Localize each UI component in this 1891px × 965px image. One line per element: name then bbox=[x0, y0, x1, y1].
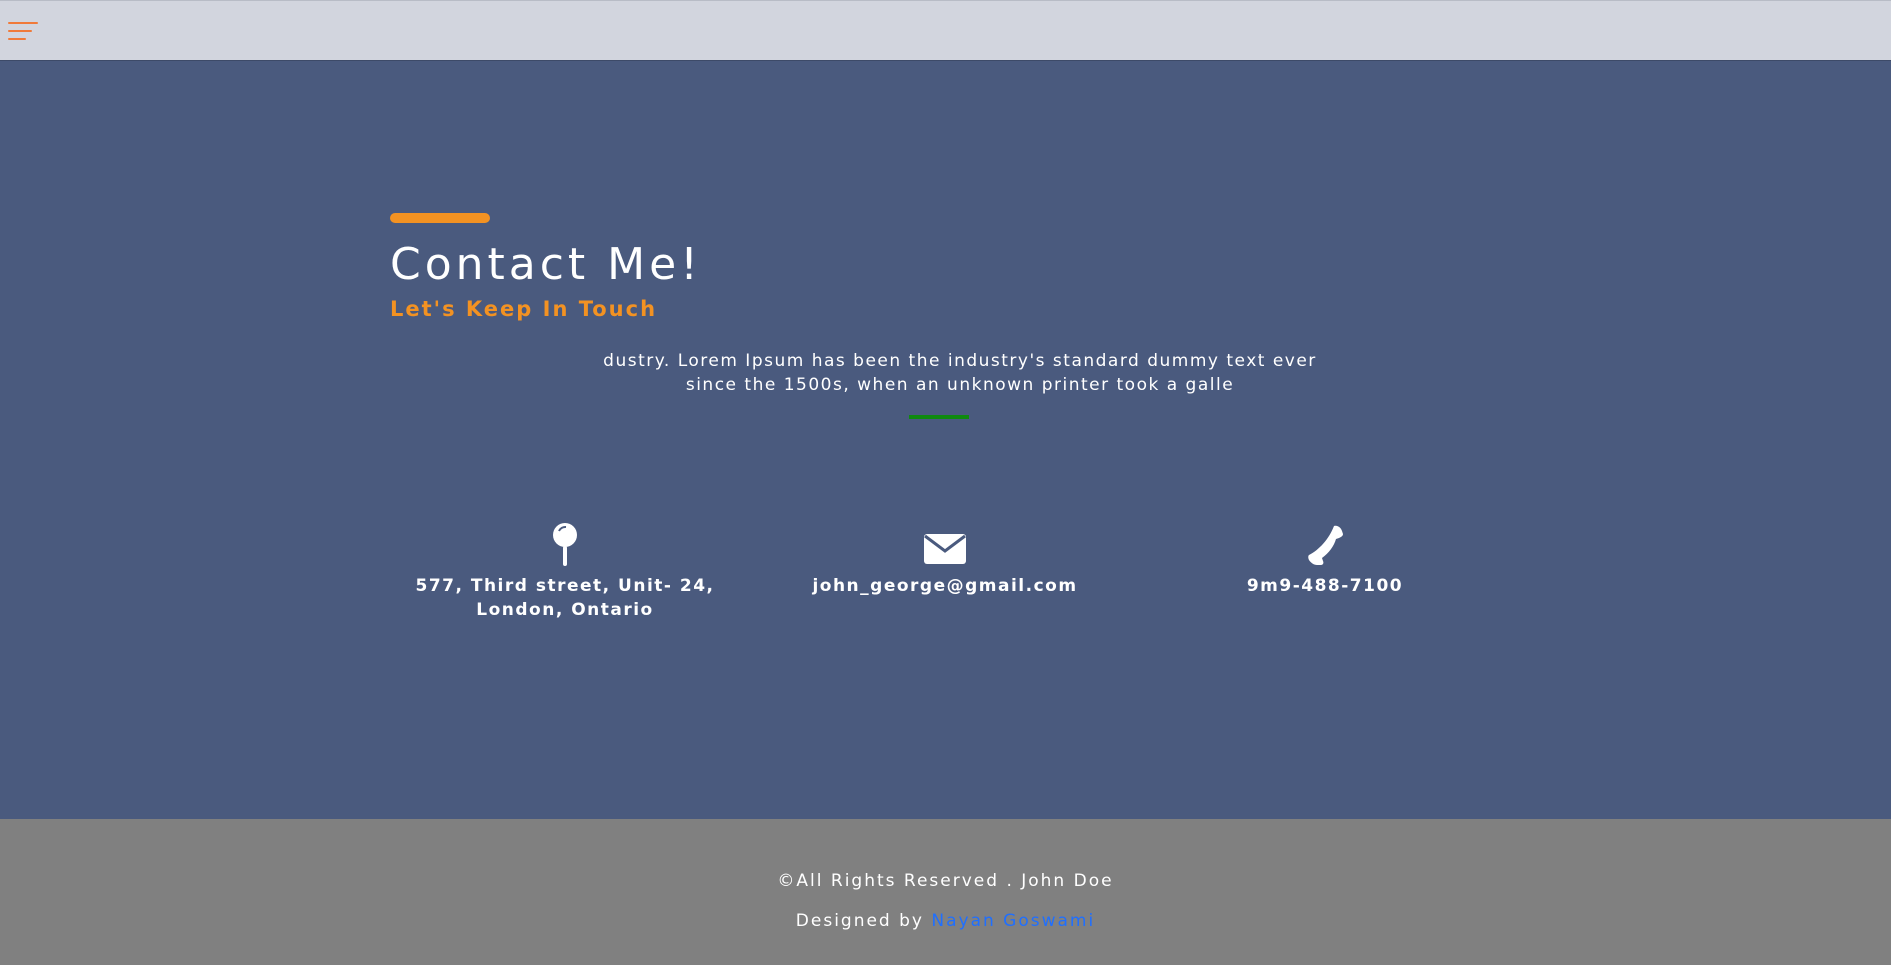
address-line-1: 577, Third street, Unit- 24, bbox=[415, 576, 715, 596]
designer-link[interactable]: Nayan Goswami bbox=[931, 911, 1095, 931]
title-accent-bar bbox=[390, 213, 490, 223]
page-title: Contact Me! bbox=[390, 239, 702, 290]
email-address[interactable]: john_george@gmail.com bbox=[785, 574, 1105, 598]
phone-icon bbox=[1308, 525, 1343, 565]
contact-section: Contact Me! Let's Keep In Touch dustry. … bbox=[0, 61, 1891, 819]
page-subtitle: Let's Keep In Touch bbox=[390, 297, 658, 321]
phone-number[interactable]: 9m9-488-7100 bbox=[1200, 574, 1450, 598]
page-footer: ©All Rights Reserved . John Doe Designed… bbox=[0, 819, 1891, 965]
email-block: john_george@gmail.com bbox=[785, 522, 1105, 598]
designer-credit: Designed by Nayan Goswami bbox=[0, 911, 1891, 931]
intro-paragraph: dustry. Lorem Ipsum has been the industr… bbox=[603, 351, 1317, 395]
address-block: 577, Third street, Unit- 24, London, Ont… bbox=[400, 522, 730, 622]
hamburger-menu-icon[interactable] bbox=[8, 19, 38, 43]
phone-block: 9m9-488-7100 bbox=[1200, 522, 1450, 598]
designed-by-label: Designed by bbox=[795, 911, 932, 931]
section-divider bbox=[909, 415, 969, 419]
map-pin-icon bbox=[553, 523, 577, 566]
address-line-2: London, Ontario bbox=[476, 600, 654, 620]
envelope-icon bbox=[924, 534, 966, 564]
top-navbar bbox=[0, 0, 1891, 61]
copyright-text: ©All Rights Reserved . John Doe bbox=[777, 871, 1114, 891]
